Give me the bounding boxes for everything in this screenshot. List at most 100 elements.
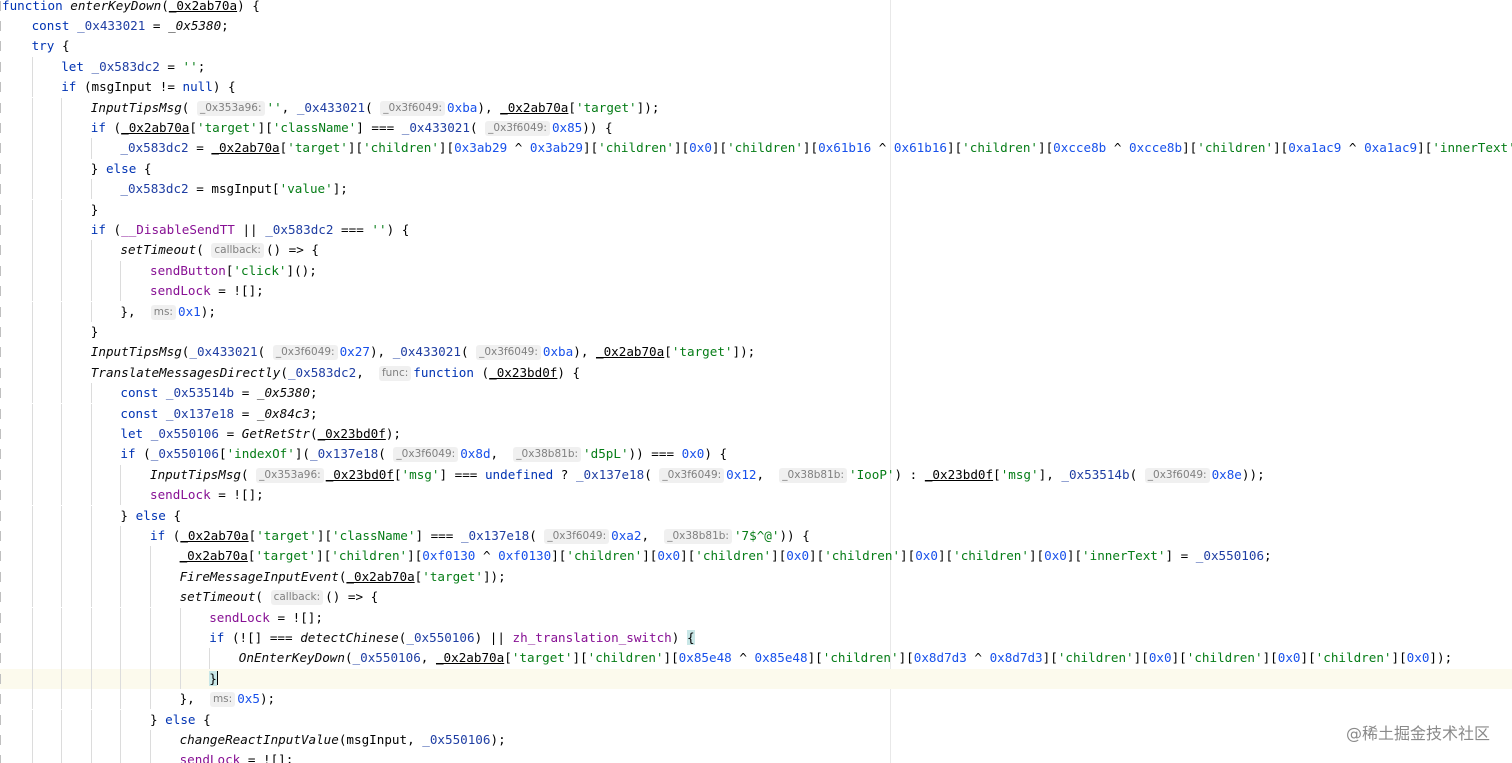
code-line[interactable]: try { bbox=[0, 36, 1512, 56]
code-line[interactable]: if (_0x2ab70a['target']['className'] ===… bbox=[0, 117, 1512, 139]
code-token: ]); bbox=[732, 344, 756, 360]
gutter-marker bbox=[0, 449, 1, 460]
code-line[interactable]: _0x583dc2 = _0x2ab70a['target']['childre… bbox=[0, 138, 1512, 159]
indent-guide bbox=[209, 648, 211, 669]
indent-guide bbox=[31, 97, 33, 118]
code-token: 'children' bbox=[962, 140, 1038, 156]
code-token: ] === bbox=[356, 119, 402, 135]
code-token: ][ bbox=[1262, 650, 1278, 666]
indent-guide bbox=[179, 627, 181, 649]
code-line[interactable]: }, ms: 0x1); bbox=[0, 301, 1512, 322]
indent-guide bbox=[90, 179, 92, 200]
code-token: ^ bbox=[871, 140, 894, 156]
indent-guide bbox=[31, 485, 33, 506]
code-token: ) { bbox=[386, 221, 410, 237]
code-line[interactable]: TranslateMessagesDirectly(_0x583dc2, fun… bbox=[0, 362, 1512, 384]
code-token: } bbox=[90, 160, 106, 176]
code-token: 0x0 bbox=[915, 548, 938, 564]
code-token: ); bbox=[385, 425, 401, 441]
code-line[interactable]: } else { bbox=[0, 158, 1512, 180]
code-token: ? bbox=[553, 466, 576, 482]
code-line[interactable]: function enterKeyDown(_0x2ab70a) { bbox=[0, 0, 1512, 16]
code-token: ] === bbox=[439, 466, 485, 482]
code-token: 0x0 bbox=[1148, 650, 1172, 666]
code-text: sendButton['click'](); bbox=[150, 261, 317, 281]
code-token: ][ bbox=[946, 140, 963, 156]
code-line[interactable]: setTimeout( callback:() => { bbox=[0, 240, 1512, 261]
code-line[interactable]: if (msgInput != null) { bbox=[0, 77, 1512, 98]
code-line[interactable]: const _0x137e18 = _0x84c3; bbox=[0, 403, 1512, 424]
code-line[interactable]: OnEnterKeyDown(_0x550106, _0x2ab70a['tar… bbox=[0, 648, 1512, 669]
code-token: ( bbox=[241, 466, 257, 482]
code-token: 'target' bbox=[287, 140, 348, 156]
gutter-marker bbox=[0, 143, 1, 154]
code-line[interactable]: const _0x53514b = _0x5380; bbox=[0, 383, 1512, 404]
code-token: 'target' bbox=[671, 344, 733, 360]
code-token: ][ bbox=[1273, 140, 1289, 156]
code-text: } else { bbox=[91, 159, 152, 179]
code-line[interactable]: InputTipsMsg( _0x353a96: '', _0x433021( _… bbox=[0, 97, 1512, 118]
code-line[interactable]: sendLock = ![]; bbox=[0, 281, 1512, 302]
gutter-marker bbox=[0, 592, 1, 603]
code-token: ]; bbox=[332, 181, 348, 197]
indent-guide bbox=[31, 301, 33, 322]
code-line[interactable]: _0x2ab70a['target']['children'][0xf0130 … bbox=[0, 546, 1512, 567]
code-line[interactable]: sendLock = ![]; bbox=[0, 750, 1512, 763]
code-line[interactable]: sendLock = ![]; bbox=[0, 485, 1512, 506]
code-token: [ bbox=[218, 446, 227, 462]
indent-guide bbox=[90, 138, 92, 159]
code-token: 'className' bbox=[332, 527, 416, 543]
code-editor[interactable]: function enterKeyDown(_0x2ab70a) {const … bbox=[0, 0, 1512, 763]
parameter-hint: ms: bbox=[209, 692, 236, 708]
code-line[interactable]: if (![] === detectChinese(_0x550106) || … bbox=[0, 627, 1512, 649]
parameter-hint: _0x353a96: bbox=[196, 100, 265, 116]
code-token: _0x53514b bbox=[1061, 466, 1130, 482]
code-line[interactable]: }, ms: 0x5); bbox=[0, 689, 1512, 710]
indent-guide bbox=[90, 546, 92, 567]
code-line[interactable]: _0x583dc2 = msgInput['value']; bbox=[0, 179, 1512, 200]
indent-guide bbox=[61, 219, 63, 241]
code-line[interactable]: sendLock = ![]; bbox=[0, 607, 1512, 628]
parameter-hint: _0x3f6049: bbox=[476, 345, 541, 361]
code-line[interactable]: } bbox=[0, 321, 1512, 343]
indent-guide bbox=[61, 464, 63, 486]
code-token: ( bbox=[196, 242, 212, 258]
code-line[interactable]: FireMessageInputEvent(_0x2ab70a['target'… bbox=[0, 566, 1512, 588]
code-token: , bbox=[356, 364, 379, 380]
code-line[interactable]: const _0x433021 = _0x5380; bbox=[0, 16, 1512, 36]
code-token: ; bbox=[197, 58, 206, 74]
code-line[interactable]: if (_0x550106['indexOf'](_0x137e18( _0x3… bbox=[0, 444, 1512, 465]
parameter-hint: callback: bbox=[270, 590, 324, 606]
code-line[interactable]: InputTipsMsg(_0x433021( _0x3f6049: 0x27),… bbox=[0, 342, 1512, 363]
indent-guide bbox=[61, 383, 63, 404]
code-line[interactable]: InputTipsMsg( _0x353a96: _0x23bd0f['msg']… bbox=[0, 464, 1512, 486]
code-line[interactable]: } bbox=[0, 199, 1512, 220]
code-text: if (_0x2ab70a['target']['className'] ===… bbox=[150, 526, 810, 546]
code-line[interactable]: if (_0x2ab70a['target']['className'] ===… bbox=[0, 525, 1512, 547]
code-token: 'children' bbox=[598, 140, 674, 156]
indent-guide bbox=[61, 750, 63, 763]
code-token: '' bbox=[266, 99, 282, 115]
code-token: ][ bbox=[802, 140, 819, 156]
code-line[interactable]: setTimeout( callback:() => { bbox=[0, 587, 1512, 608]
code-line[interactable]: let _0x583dc2 = ''; bbox=[0, 56, 1512, 78]
code-line[interactable]: sendButton['click'](); bbox=[0, 260, 1512, 282]
code-text: let _0x583dc2 = ''; bbox=[61, 57, 205, 77]
code-line[interactable]: } bbox=[0, 668, 1512, 690]
code-token: ( bbox=[257, 344, 273, 360]
code-token: ]); bbox=[636, 99, 660, 115]
code-token: 'children' bbox=[727, 140, 803, 156]
code-token: ); bbox=[490, 731, 506, 747]
indent-guide bbox=[90, 709, 92, 730]
code-text: OnEnterKeyDown(_0x550106, _0x2ab70a['tar… bbox=[239, 648, 1452, 668]
code-token: _0x550106 bbox=[150, 446, 219, 462]
code-token: 'children' bbox=[363, 140, 439, 156]
code-line[interactable]: let _0x550106 = GetRetStr(_0x23bd0f); bbox=[0, 423, 1512, 445]
code-line[interactable]: } else { bbox=[0, 505, 1512, 526]
indent-guide bbox=[90, 485, 92, 506]
code-line[interactable]: if (__DisableSendTT || _0x583dc2 === '')… bbox=[0, 219, 1512, 241]
code-line[interactable]: changeReactInputValue(msgInput, _0x55010… bbox=[0, 729, 1512, 751]
code-token: _0x583dc2 bbox=[265, 221, 334, 237]
code-line[interactable]: } else { bbox=[0, 709, 1512, 730]
indent-guide bbox=[31, 179, 33, 200]
